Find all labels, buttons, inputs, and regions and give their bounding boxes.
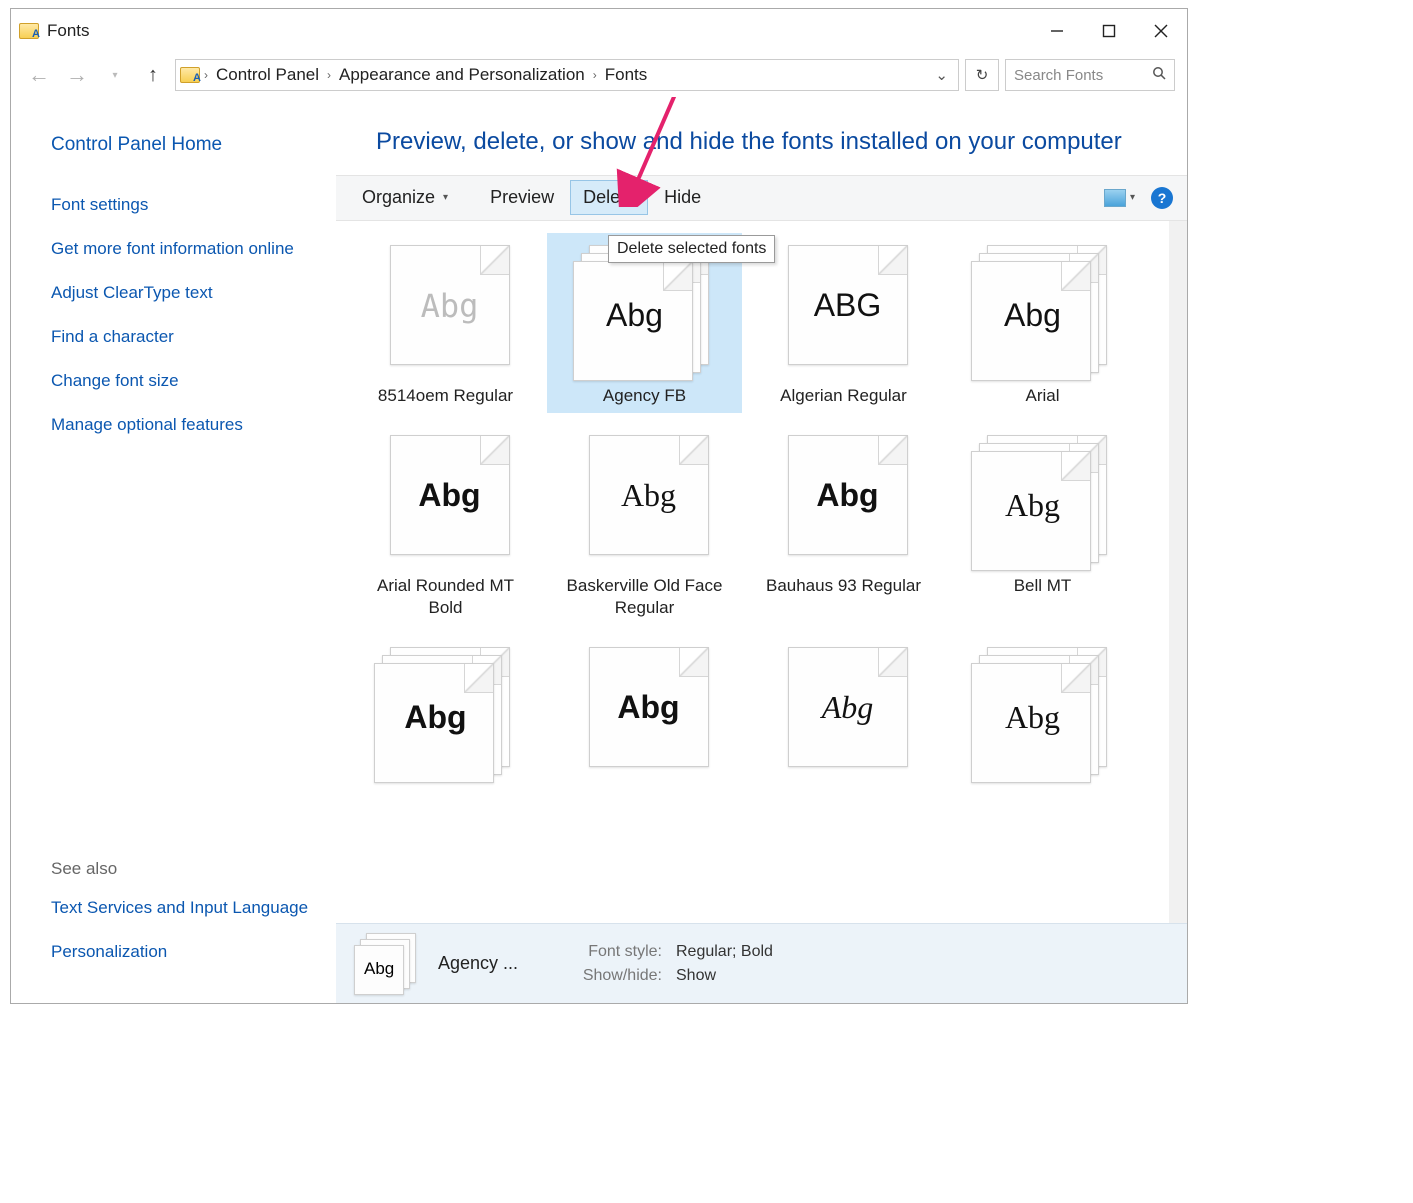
font-thumbnail: Abg <box>973 641 1113 781</box>
minimize-button[interactable] <box>1031 11 1083 51</box>
details-thumbnail: Abg <box>354 933 424 995</box>
breadcrumb-control-panel[interactable]: Control Panel <box>212 65 323 85</box>
forward-button[interactable]: → <box>61 59 93 91</box>
search-placeholder: Search Fonts <box>1014 67 1103 84</box>
font-item[interactable]: Abg Bell MT <box>945 423 1140 625</box>
chevron-right-icon[interactable]: › <box>202 68 210 82</box>
sidebar: Control Panel Home Font settings Get mor… <box>11 97 336 1003</box>
font-item[interactable]: Abg <box>547 635 742 793</box>
font-item[interactable]: Abg Arial <box>945 233 1140 413</box>
font-item[interactable]: Abg <box>945 635 1140 793</box>
font-thumbnail: Abg <box>575 641 715 781</box>
refresh-button[interactable]: ↻ <box>965 59 999 91</box>
font-item[interactable]: Abg Arial Rounded MT Bold <box>348 423 543 625</box>
scroll-down-button[interactable]: ▾ <box>1169 905 1187 923</box>
back-button[interactable]: ← <box>23 59 55 91</box>
search-input[interactable]: Search Fonts <box>1005 59 1175 91</box>
scrollbar-thumb[interactable] <box>1169 243 1187 291</box>
font-label: Bell MT <box>1014 575 1072 597</box>
address-bar[interactable]: A › Control Panel › Appearance and Perso… <box>175 59 959 91</box>
font-thumbnail: Abg <box>973 429 1113 569</box>
sidebar-more-font-info[interactable]: Get more font information online <box>51 238 312 260</box>
toolbar: Organize Preview Delete Hide ▾ ? <box>336 175 1187 221</box>
breadcrumb-fonts[interactable]: Fonts <box>601 65 652 85</box>
details-pane: Abg Agency ... Font style: Regular; Bold… <box>336 923 1187 1003</box>
address-folder-icon: A <box>180 67 200 83</box>
font-thumbnail: Abg <box>376 429 516 569</box>
font-item[interactable]: Abg <box>348 635 543 793</box>
see-also-heading: See also <box>51 859 312 879</box>
folder-fonts-icon: A <box>19 23 39 39</box>
font-label: Baskerville Old Face Regular <box>560 575 730 619</box>
window-title: Fonts <box>47 21 90 41</box>
font-thumbnail: Abg <box>376 239 516 379</box>
chevron-right-icon[interactable]: › <box>591 68 599 82</box>
page-title: Preview, delete, or show and hide the fo… <box>336 97 1187 175</box>
font-label: Algerian Regular <box>780 385 907 407</box>
see-also-text-services[interactable]: Text Services and Input Language <box>51 897 312 919</box>
font-item[interactable]: Abg Baskerville Old Face Regular <box>547 423 742 625</box>
font-label: Bauhaus 93 Regular <box>766 575 921 597</box>
control-panel-home-link[interactable]: Control Panel Home <box>51 133 312 158</box>
breadcrumb-appearance[interactable]: Appearance and Personalization <box>335 65 589 85</box>
fonts-scroll-area[interactable]: ▴ ▾ Abg 8514oem Regular Abg Agency FB ABG Alg… <box>336 221 1187 923</box>
delete-tooltip: Delete selected fonts <box>608 235 775 263</box>
sidebar-font-settings[interactable]: Font settings <box>51 194 312 216</box>
details-show-hide-value: Show <box>662 967 773 985</box>
picture-icon <box>1104 189 1126 207</box>
view-options-button[interactable]: ▾ <box>1092 183 1147 213</box>
nav-bar: ← → ▾ ↑ A › Control Panel › Appearance a… <box>11 53 1187 97</box>
sidebar-manage-optional[interactable]: Manage optional features <box>51 414 312 436</box>
details-font-style-label: Font style: <box>552 943 662 961</box>
up-button[interactable]: ↑ <box>137 59 169 91</box>
content-area: Preview, delete, or show and hide the fo… <box>336 97 1187 1003</box>
font-label: Arial <box>1025 385 1059 407</box>
font-label: Agency FB <box>603 385 686 407</box>
details-font-style-value: Regular; Bold <box>662 943 773 961</box>
maximize-button[interactable] <box>1083 11 1135 51</box>
address-history-dropdown[interactable]: ⌄ <box>929 66 954 84</box>
delete-button[interactable]: Delete <box>570 180 648 215</box>
preview-button[interactable]: Preview <box>478 181 566 214</box>
font-thumbnail: ABG <box>774 239 914 379</box>
fonts-window: A Fonts ← → ▾ ↑ A › Control Panel › Appe… <box>10 8 1188 1004</box>
font-thumbnail: Abg <box>774 641 914 781</box>
font-label: 8514oem Regular <box>378 385 513 407</box>
organize-button[interactable]: Organize <box>350 181 460 214</box>
details-font-name: Agency ... <box>438 953 538 974</box>
chevron-right-icon[interactable]: › <box>325 68 333 82</box>
sidebar-cleartype[interactable]: Adjust ClearType text <box>51 282 312 304</box>
font-thumbnail: Abg <box>973 239 1113 379</box>
scroll-up-button[interactable]: ▴ <box>1169 221 1187 239</box>
font-thumbnail: Abg <box>774 429 914 569</box>
see-also-personalization[interactable]: Personalization <box>51 941 312 963</box>
font-label: Arial Rounded MT Bold <box>361 575 531 619</box>
font-thumbnail: Abg <box>575 429 715 569</box>
font-item[interactable]: Abg <box>746 635 941 793</box>
details-show-hide-label: Show/hide: <box>552 967 662 985</box>
font-item[interactable]: Abg 8514oem Regular <box>348 233 543 413</box>
sidebar-change-font-size[interactable]: Change font size <box>51 370 312 392</box>
hide-button[interactable]: Hide <box>652 181 713 214</box>
font-item[interactable]: Abg Bauhaus 93 Regular <box>746 423 941 625</box>
search-icon <box>1152 66 1166 84</box>
font-thumbnail: Abg <box>376 641 516 781</box>
help-button[interactable]: ? <box>1151 187 1173 209</box>
sidebar-find-character[interactable]: Find a character <box>51 326 312 348</box>
title-bar: A Fonts <box>11 9 1187 53</box>
close-button[interactable] <box>1135 11 1187 51</box>
recent-dropdown[interactable]: ▾ <box>99 59 131 91</box>
